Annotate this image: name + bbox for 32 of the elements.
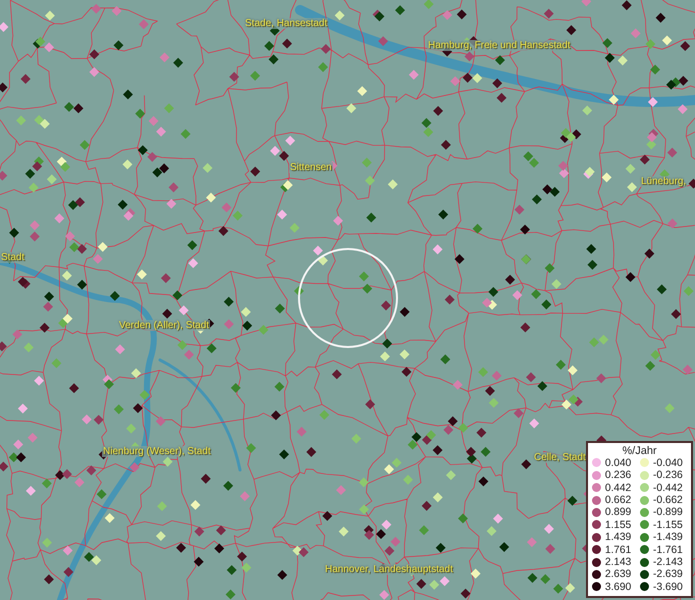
legend-value: 0.662 (605, 494, 632, 506)
place-label: Hamburg, Freie und Hansestadt (427, 40, 572, 51)
legend-title: %/Jahr (621, 444, 658, 457)
place-label: Celle, Stadt (533, 452, 587, 463)
legend-value: -2.639 (653, 568, 684, 580)
place-label: Stadt (0, 252, 26, 263)
legend-value: -1.761 (653, 544, 684, 556)
legend-value: -3.690 (653, 580, 684, 593)
legend-value: 1.439 (605, 531, 632, 544)
place-label: Hannover, Landeshauptstadt (324, 564, 454, 575)
legend-value: -1.155 (653, 518, 684, 531)
legend-value: -0.662 (653, 494, 684, 506)
legend-value: 0.442 (605, 482, 632, 494)
legend-value: 2.639 (605, 568, 632, 580)
legend-value: -1.439 (653, 531, 684, 544)
place-label: Stade, Hansestadt (244, 18, 328, 29)
legend-value: 0.899 (605, 506, 632, 518)
legend-value: -0.040 (653, 456, 684, 469)
legend-value: -0.442 (653, 482, 684, 494)
legend-value: 1.155 (605, 518, 632, 531)
legend-value: -2.143 (653, 556, 684, 568)
legend-value: 0.236 (605, 469, 632, 482)
legend-value: 0.040 (605, 456, 632, 469)
place-label: Verden (Aller), Stadt (118, 320, 210, 331)
place-label: Sittensen (289, 162, 333, 173)
legend-value: 3.690 (605, 580, 632, 593)
legend-value: -0.236 (653, 469, 684, 482)
place-label: Nienburg (Weser), Stadt (102, 446, 212, 457)
legend-value: -0.899 (653, 506, 684, 518)
legend-value: 2.143 (605, 556, 632, 568)
place-label: Lüneburg, (640, 176, 688, 187)
legend-value: 1.761 (605, 544, 632, 556)
